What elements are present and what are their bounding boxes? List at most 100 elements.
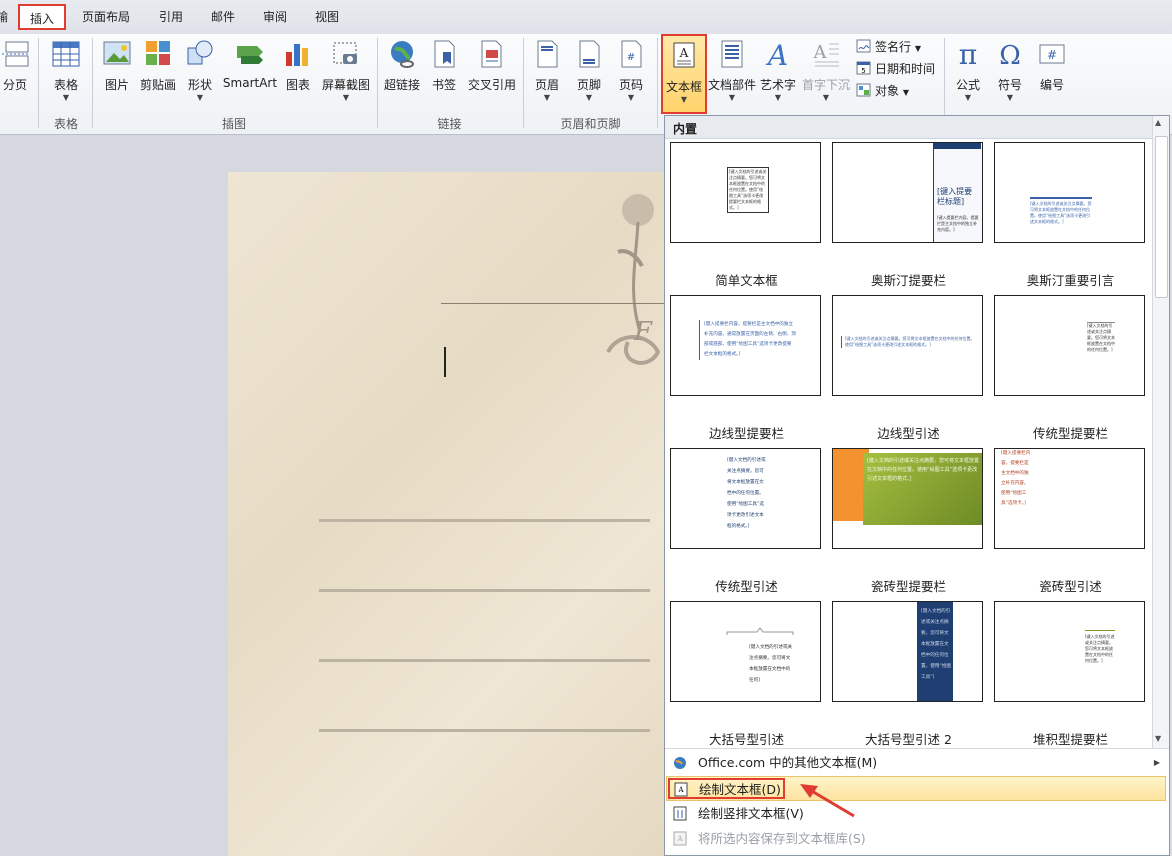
number-button[interactable]: # 编号: [1034, 38, 1070, 93]
menu-draw-vertical-textbox[interactable]: 绘制竖排文本框(V): [666, 801, 1166, 826]
equation-label: 公式: [955, 78, 980, 92]
thumb-text: [键入文档的引述或关注点摘要。您可将文本框放置在文档中的任何位置。使用“绘图工具…: [867, 458, 979, 482]
text-cursor: [444, 347, 446, 377]
chevron-down-icon: ▼: [1006, 93, 1014, 102]
wordart-button[interactable]: A 艺术字 ▼: [759, 38, 797, 103]
page-number-button[interactable]: # 页码 ▼: [614, 38, 648, 103]
thumb-text: [键入文档的引述或关注点摘要。您可将文本框放置在文档中的任何位置。]: [1087, 322, 1115, 352]
svg-text:Ω: Ω: [999, 41, 1021, 70]
smartart-label: SmartArt: [222, 76, 278, 90]
item-label: 大括号型引述 2: [865, 732, 952, 747]
tab-partial[interactable]: 输: [0, 8, 8, 25]
thumb-stacked-sidebar[interactable]: [键入文档的引述或关注点摘要。您可将文本框放置在文档中的任何位置。]: [994, 601, 1145, 702]
clipart-button[interactable]: 剪贴画: [138, 38, 178, 93]
chevron-down-icon: ▼: [196, 93, 204, 102]
shapes-button[interactable]: 形状 ▼: [184, 38, 216, 103]
scroll-down-arrow-icon[interactable]: ▼: [1155, 734, 1161, 743]
thumb-border-sidebar[interactable]: [键入提要栏内容。提要栏是主文档中的独立补充内容。通常放置在页面的左侧、右侧、顶…: [670, 295, 821, 396]
thumb-austin-quote[interactable]: [键入文档的引述或关注点摘要。您可将文本框放置在文档中的任何位置。使用“绘图工具…: [994, 142, 1145, 243]
tab-insert[interactable]: 插入: [18, 4, 67, 30]
item-label: 边线型引述: [877, 426, 940, 441]
scroll-up-arrow-icon[interactable]: ▲: [1155, 118, 1161, 127]
table-icon: [52, 41, 80, 67]
picture-icon: [103, 41, 131, 65]
textbox-button[interactable]: A 文本框 ▼: [661, 34, 707, 114]
equation-button[interactable]: π 公式 ▼: [950, 38, 986, 103]
number-icon: #: [1039, 44, 1065, 64]
symbol-button[interactable]: Ω 符号 ▼: [992, 38, 1028, 103]
smartart-icon: [237, 46, 263, 64]
drop-cap-button[interactable]: A 首字下沉 ▼: [800, 38, 852, 103]
tab-references[interactable]: 引用: [159, 8, 183, 25]
quote-bar: [1030, 197, 1092, 199]
tab-view[interactable]: 视图: [315, 8, 339, 25]
sidebar-bar: [933, 143, 981, 149]
screenshot-button[interactable]: 屏幕截图 ▼: [318, 38, 374, 103]
cross-reference-button[interactable]: 交叉引用: [464, 38, 520, 93]
hyperlink-label: 超链接: [383, 78, 420, 92]
item-label: 瓷砖型引述: [1039, 579, 1102, 594]
footer-button[interactable]: 页脚 ▼: [572, 38, 606, 103]
date-time-button[interactable]: 5 日期和时间: [856, 60, 935, 77]
menu-label: Office.com 中的其他文本框(M): [698, 755, 878, 770]
line-rule: [319, 589, 650, 592]
shapes-icon: [187, 40, 213, 65]
chevron-down-icon: ▼: [822, 93, 830, 102]
menu-label: 绘制竖排文本框(V): [698, 806, 804, 821]
page-break-icon: [2, 41, 30, 67]
tab-review[interactable]: 审阅: [263, 8, 287, 25]
header-button[interactable]: 页眉 ▼: [530, 38, 564, 103]
thumb-bracket-quote-2[interactable]: [键入文档的引述或关注点摘要。您可将文本框放置在文档中的任何位置。使用“绘图工具…: [832, 601, 983, 702]
table-button[interactable]: 表格 ▼: [48, 38, 84, 103]
menu-more-textboxes[interactable]: Office.com 中的其他文本框(M) ▶: [666, 750, 1166, 775]
thumb-text: [键入提要栏内容。提要栏是主文档中的独立补充内容。]: [937, 215, 979, 232]
separator: [38, 38, 39, 128]
bookmark-button[interactable]: 书签: [428, 38, 460, 93]
menu-save-to-gallery[interactable]: A 将所选内容保存到文本框库(S): [666, 826, 1166, 851]
globe-link-icon: [391, 41, 414, 68]
thumb-austin-sidebar[interactable]: [键入提要栏标题] [键入提要栏内容。提要栏是主文档中的独立补充内容。]: [832, 142, 983, 243]
section-title: 内置: [673, 122, 698, 136]
object-button[interactable]: 对象 ▼: [856, 82, 909, 99]
page-break-button[interactable]: 分页: [0, 38, 30, 93]
thumb-traditional-sidebar[interactable]: [键入文档的引述或关注点摘要。您可将文本框放置在文档中的任何位置。]: [994, 295, 1145, 396]
tab-page-layout[interactable]: 页面布局: [82, 8, 130, 25]
thumb-bracket-quote[interactable]: [键入文档的引述或关注点摘要。您可将文本框放置在文档中的任何]: [670, 601, 821, 702]
menu-label: 绘制文本框(D): [699, 782, 781, 797]
number-label: 编号: [1039, 78, 1064, 92]
draw-textbox-icon: A: [674, 782, 688, 797]
signature-line-button[interactable]: 签名行 ▼: [856, 38, 921, 55]
textbox-gallery-dropdown: 内置 [键入文档的引述或关注点摘要。您可将文本框放置在文档中的任何位置。使用“绘…: [664, 115, 1170, 856]
hyperlink-button[interactable]: 超链接: [382, 38, 422, 93]
chart-label: 图表: [285, 78, 310, 92]
svg-text:5: 5: [861, 67, 865, 75]
thumb-text: [键入文档的引述或关注点摘要。您可将文本框放置在文档中的任何位置。使用“绘图工具…: [841, 336, 977, 348]
scroll-thumb[interactable]: [1155, 136, 1168, 298]
quick-parts-button[interactable]: 文档部件 ▼: [707, 38, 757, 103]
tab-mailings[interactable]: 邮件: [211, 8, 235, 25]
menu-draw-textbox[interactable]: A 绘制文本框(D): [666, 776, 1166, 801]
screenshot-label: 屏幕截图: [321, 78, 370, 92]
thumb-text: [键入文档的引述或关注点摘要。您可将文本框放置在文档中的任何位置。使用“绘图工具…: [727, 167, 769, 213]
chevron-down-icon: ▼: [62, 93, 70, 102]
chevron-right-icon: ▶: [1153, 758, 1160, 767]
wordart-label: 艺术字: [759, 78, 796, 92]
page-number-icon: #: [621, 40, 642, 68]
chart-button[interactable]: 图表: [282, 38, 314, 93]
picture-button[interactable]: 图片: [100, 38, 134, 93]
smartart-button[interactable]: SmartArt: [222, 38, 278, 90]
thumb-simple-textbox[interactable]: [键入文档的引述或关注点摘要。您可将文本框放置在文档中的任何位置。使用“绘图工具…: [670, 142, 821, 243]
drop-cap-label: 首字下沉: [801, 78, 850, 92]
textbox-label: 文本框: [665, 80, 702, 94]
thumb-tile-sidebar[interactable]: [键入文档的引述或关注点摘要。您可将文本框放置在文档中的任何位置。使用“绘图工具…: [832, 448, 983, 549]
picture-label: 图片: [104, 78, 129, 92]
chevron-down-icon: ▼: [774, 93, 782, 102]
object-label: 对象: [875, 84, 900, 98]
thumb-tile-quote[interactable]: [键入提要栏内容。提要栏是主文档中的独立补充内容。使用“绘图工具”选项卡。]: [994, 448, 1145, 549]
thumb-text: [键入文档的引述或关注点摘要。您可将文本框放置在文档中的任何位置。]: [1085, 634, 1115, 663]
svg-text:A: A: [765, 39, 788, 70]
thumb-border-quote[interactable]: [键入文档的引述或关注点摘要。您可将文本框放置在文档中的任何位置。使用“绘图工具…: [832, 295, 983, 396]
thumb-traditional-quote[interactable]: [键入文档的引述或关注点摘要。您可将文本框放置在文档中的任何位置。使用“绘图工具…: [670, 448, 821, 549]
gallery-scrollbar[interactable]: ▲ ▼: [1152, 116, 1169, 748]
document-page[interactable]: F: [228, 172, 664, 856]
